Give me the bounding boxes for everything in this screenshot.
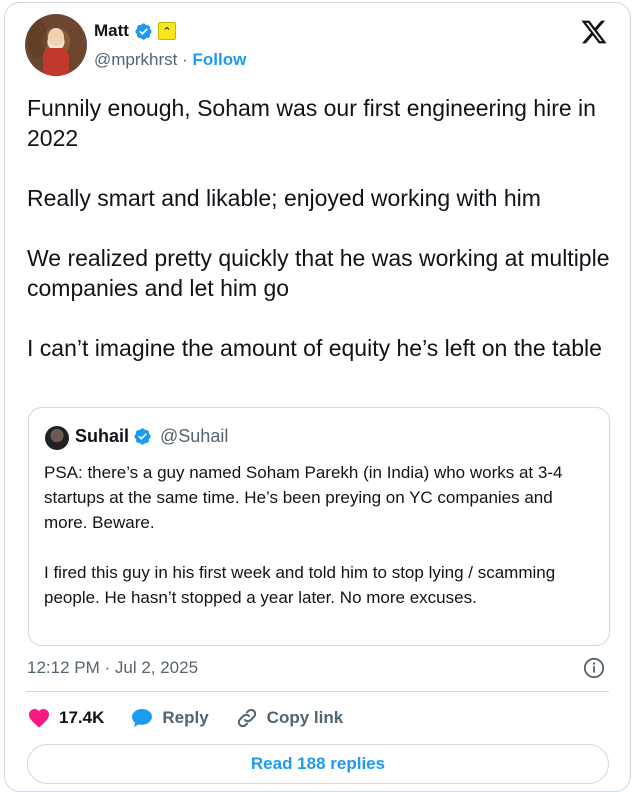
avatar-figure-body <box>43 48 69 76</box>
like-count: 17.4K <box>59 708 105 727</box>
follow-button[interactable]: Follow <box>193 50 247 69</box>
divider <box>26 691 609 692</box>
copy-link-button[interactable]: Copy link <box>235 706 344 730</box>
yc-affiliate-badge-icon[interactable]: ⌃ <box>157 22 176 40</box>
tweet-paragraph: We realized pretty quickly that he was w… <box>27 245 610 301</box>
author-name[interactable]: Matt <box>94 21 129 41</box>
quote-paragraph: PSA: there’s a guy named Soham Parekh (i… <box>44 463 563 532</box>
action-bar: 17.4K Reply Copy link <box>27 706 369 730</box>
reply-button[interactable]: Reply <box>130 706 209 730</box>
read-replies-button[interactable]: Read 188 replies <box>27 744 609 784</box>
info-icon[interactable] <box>583 657 605 679</box>
quote-author-name[interactable]: Suhail <box>75 426 129 447</box>
author-handle-row: @mprkhrst · Follow <box>94 50 246 70</box>
copy-link-label: Copy link <box>266 708 344 727</box>
like-button[interactable]: 17.4K <box>27 706 104 730</box>
author-avatar[interactable] <box>25 14 87 76</box>
quote-author-avatar[interactable] <box>45 426 69 450</box>
tweet-paragraph: Funnily enough, Soham was our first engi… <box>27 95 596 151</box>
tweet-timestamp[interactable]: 12:12 PM · Jul 2, 2025 <box>27 658 198 678</box>
quote-author-handle[interactable]: @Suhail <box>160 426 228 447</box>
quote-author-row: Suhail @Suhail <box>75 426 228 447</box>
separator-dot: · <box>182 50 188 69</box>
tweet-text: Funnily enough, Soham was our first engi… <box>27 93 617 393</box>
author-name-row: Matt ⌃ <box>94 21 176 41</box>
reply-bubble-icon <box>132 709 153 727</box>
avatar-figure-head <box>48 28 64 46</box>
x-logo-icon[interactable] <box>580 18 608 46</box>
verified-badge-icon <box>135 22 152 40</box>
heart-icon <box>29 709 49 728</box>
verified-badge-icon <box>134 428 151 445</box>
tweet-paragraph: I can’t imagine the amount of equity he’… <box>27 335 602 361</box>
tweet-paragraph: Really smart and likable; enjoyed workin… <box>27 185 541 211</box>
quote-paragraph: I fired this guy in his first week and t… <box>44 563 556 607</box>
reply-label: Reply <box>162 708 209 727</box>
quoted-tweet[interactable]: Suhail @Suhail PSA: there’s a guy named … <box>28 407 610 646</box>
quote-text: PSA: there’s a guy named Soham Parekh (i… <box>44 460 599 635</box>
author-handle[interactable]: @mprkhrst <box>94 50 177 69</box>
link-icon <box>237 708 256 728</box>
